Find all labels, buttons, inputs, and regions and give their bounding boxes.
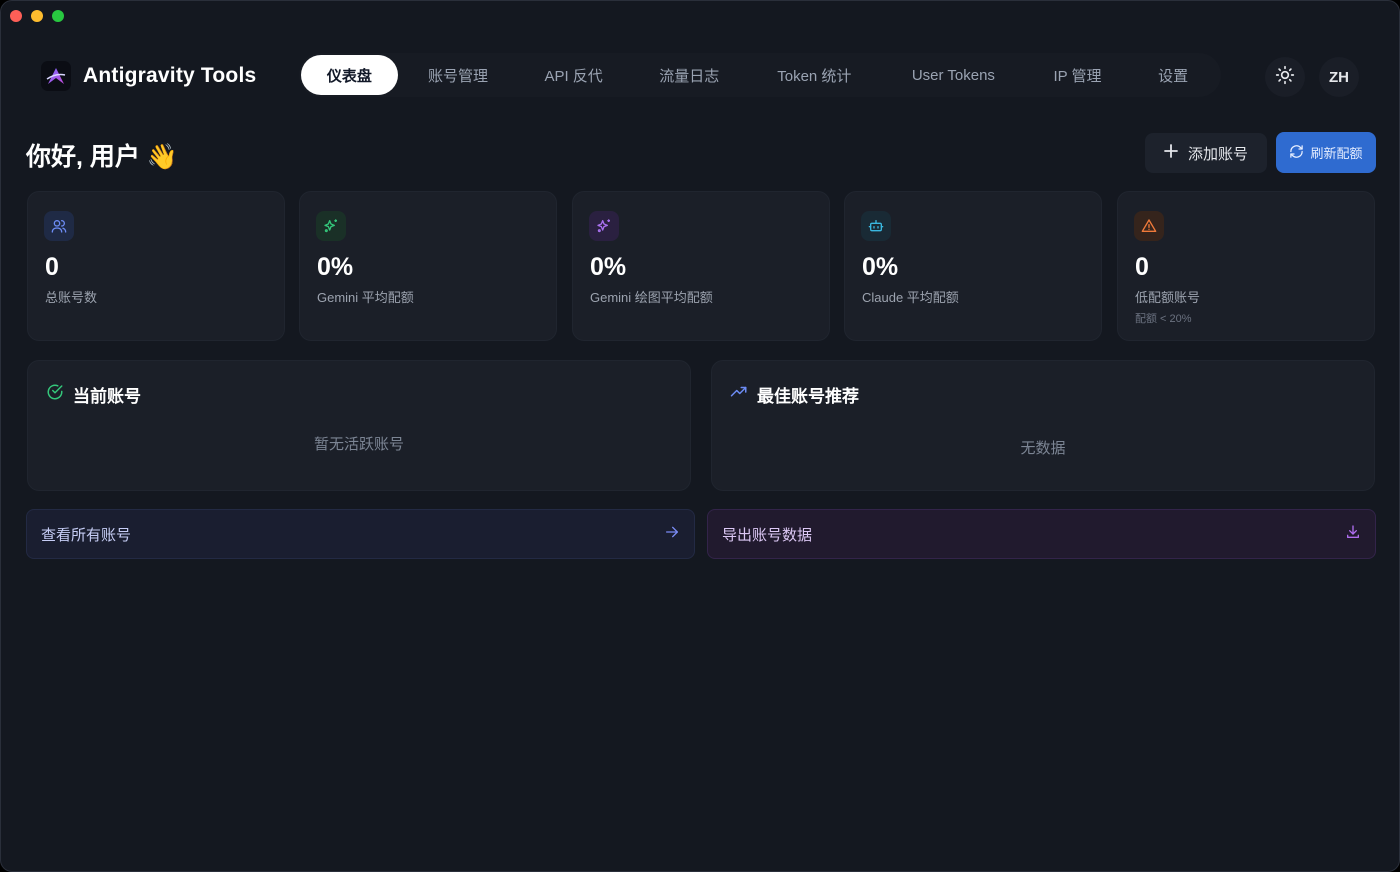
nav-tab-dashboard[interactable]: 仪表盘	[301, 55, 398, 95]
stat-value: 0%	[317, 253, 354, 281]
nav-tab-traffic-logs[interactable]: 流量日志	[629, 55, 750, 95]
stat-card-gemini-quota: 0% Gemini 平均配额	[299, 191, 557, 341]
export-accounts-button[interactable]: 导出账号数据	[707, 509, 1376, 559]
nav-tab-api-proxy[interactable]: API 反代	[518, 55, 629, 95]
current-account-panel: 当前账号 暂无活跃账号	[27, 360, 691, 491]
app-window: Antigravity Tools 仪表盘 账号管理 API 反代 流量日志 T…	[0, 0, 1400, 872]
maximize-window-button[interactable]	[52, 10, 64, 22]
minimize-window-button[interactable]	[31, 10, 43, 22]
stat-value: 0%	[862, 253, 899, 281]
stat-sublabel: 配额 < 20%	[1135, 313, 1192, 325]
users-icon	[44, 211, 74, 241]
stat-card-claude-quota: 0% Claude 平均配额	[844, 191, 1102, 341]
app-name: Antigravity Tools	[83, 64, 257, 87]
refresh-quota-button[interactable]: 刷新配额	[1276, 132, 1376, 173]
view-all-accounts-button[interactable]: 查看所有账号	[26, 509, 695, 559]
trending-up-icon	[730, 383, 748, 406]
export-accounts-label: 导出账号数据	[722, 526, 813, 544]
current-account-title: 当前账号	[73, 387, 141, 406]
close-window-button[interactable]	[10, 10, 22, 22]
stat-value: 0	[45, 253, 59, 281]
stat-value: 0	[1135, 253, 1149, 281]
download-icon	[1345, 524, 1361, 544]
theme-toggle-button[interactable]	[1265, 57, 1305, 97]
view-all-accounts-label: 查看所有账号	[41, 526, 132, 544]
nav-tab-accounts[interactable]: 账号管理	[398, 55, 519, 95]
sparkles-icon	[589, 211, 619, 241]
best-account-panel: 最佳账号推荐 无数据	[711, 360, 1375, 491]
panel-title: 最佳账号推荐	[730, 382, 859, 407]
best-account-title: 最佳账号推荐	[757, 387, 859, 406]
stat-card-total-accounts: 0 总账号数	[27, 191, 285, 341]
arrow-right-icon	[664, 524, 680, 544]
best-account-empty: 无数据	[1020, 440, 1066, 457]
panel-title: 当前账号	[46, 382, 141, 407]
refresh-icon	[1289, 144, 1304, 162]
plus-icon	[1164, 144, 1178, 162]
window-controls	[10, 10, 64, 22]
stat-card-low-quota: 0 低配额账号 配额 < 20%	[1117, 191, 1375, 341]
stat-label: 低配额账号	[1135, 290, 1201, 305]
language-toggle-button[interactable]: ZH	[1319, 57, 1359, 97]
refresh-quota-label: 刷新配额	[1310, 146, 1363, 161]
add-account-button[interactable]: 添加账号	[1145, 133, 1267, 173]
stat-label: Gemini 平均配额	[317, 290, 414, 305]
stat-label: Claude 平均配额	[862, 290, 959, 305]
check-circle-icon	[46, 383, 64, 406]
nav-tab-ip-management[interactable]: IP 管理	[1028, 55, 1128, 95]
stat-card-gemini-image-quota: 0% Gemini 绘图平均配额	[572, 191, 830, 341]
current-account-empty: 暂无活跃账号	[313, 436, 404, 453]
add-account-label: 添加账号	[1187, 145, 1248, 163]
nav-tab-token-stats[interactable]: Token 统计	[750, 55, 880, 95]
warning-icon	[1134, 211, 1164, 241]
nav-tab-user-tokens[interactable]: User Tokens	[879, 55, 1028, 95]
app-logo-icon	[41, 61, 71, 91]
stat-label: 总账号数	[45, 290, 98, 305]
main-nav: 仪表盘 账号管理 API 反代 流量日志 Token 统计 User Token…	[299, 53, 1221, 97]
top-header: Antigravity Tools 仪表盘 账号管理 API 反代 流量日志 T…	[41, 53, 1359, 97]
sun-icon	[1275, 65, 1295, 89]
bot-icon	[861, 211, 891, 241]
nav-tab-settings[interactable]: 设置	[1127, 55, 1219, 95]
sparkles-icon	[316, 211, 346, 241]
page-greeting: 你好, 用户 👋	[26, 143, 178, 171]
header-actions: ZH	[1265, 57, 1359, 97]
stat-value: 0%	[590, 253, 627, 281]
brand: Antigravity Tools	[41, 61, 256, 91]
stat-label: Gemini 绘图平均配额	[590, 290, 713, 305]
